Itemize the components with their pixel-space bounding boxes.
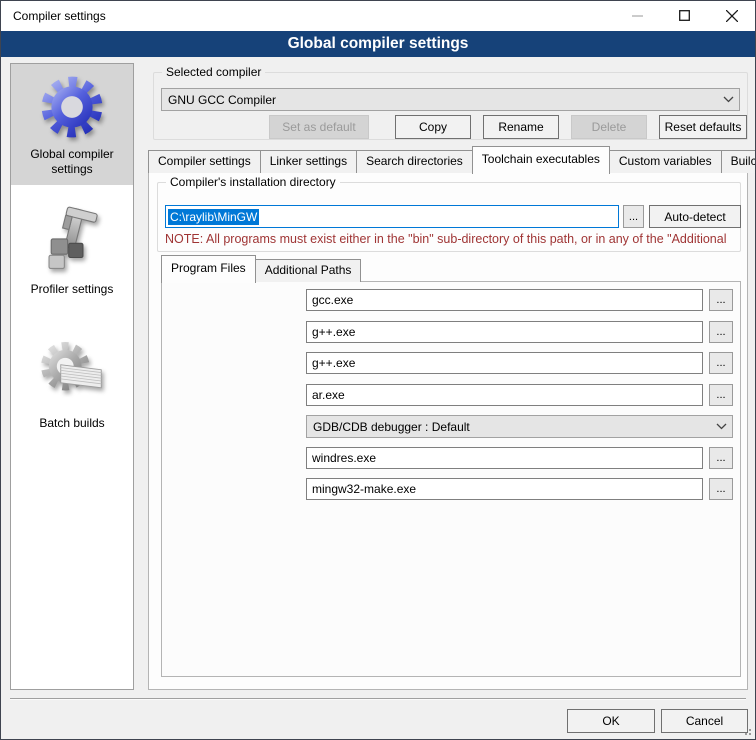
minimize-button[interactable] — [614, 1, 661, 30]
tab-toolchain-executables[interactable]: Toolchain executables — [472, 146, 610, 174]
settings-tab-strip: Compiler settings Linker settings Search… — [148, 146, 756, 173]
maximize-button[interactable] — [661, 1, 708, 30]
cpp-compiler-browse-button[interactable]: ... — [709, 321, 733, 343]
subtab-program-files[interactable]: Program Files — [161, 255, 256, 283]
delete-button[interactable]: Delete — [571, 115, 647, 139]
sidebar-item-label: Batch builds — [13, 416, 131, 431]
installation-directory-browse-button[interactable]: ... — [623, 205, 644, 228]
linker-dynamic-browse-button[interactable]: ... — [709, 352, 733, 374]
linker-static-input[interactable] — [306, 384, 703, 406]
copy-button[interactable]: Copy — [395, 115, 471, 139]
ok-button[interactable]: OK — [567, 709, 655, 733]
page-title: Global compiler settings — [1, 31, 755, 57]
sidebar-item-label: Global compiler settings — [13, 147, 131, 177]
tab-custom-variables[interactable]: Custom variables — [609, 150, 722, 173]
window-title: Compiler settings — [1, 9, 106, 23]
c-compiler-browse-button[interactable]: ... — [709, 289, 733, 311]
sidebar-item-global-compiler-settings[interactable]: Global compiler settings — [11, 64, 133, 185]
tab-build-options-clipped[interactable]: Builc — [721, 150, 756, 173]
cpp-compiler-input[interactable] — [306, 321, 703, 343]
tab-linker-settings[interactable]: Linker settings — [260, 150, 357, 173]
make-program-input[interactable] — [306, 478, 703, 500]
sidebar-item-label: Profiler settings — [13, 282, 131, 297]
blue-gear-icon — [13, 74, 131, 143]
gray-gear-stack-icon — [13, 337, 131, 412]
chevron-down-icon — [717, 96, 739, 103]
chevron-down-icon — [710, 423, 732, 430]
resize-grip[interactable] — [741, 725, 751, 735]
maximize-icon — [679, 10, 690, 21]
sidebar-item-profiler-settings[interactable]: Profiler settings — [11, 195, 133, 305]
rename-button[interactable]: Rename — [483, 115, 559, 139]
resource-compiler-browse-button[interactable]: ... — [709, 447, 733, 469]
tab-search-directories[interactable]: Search directories — [356, 150, 473, 173]
close-button[interactable] — [708, 1, 755, 30]
compiler-select[interactable]: GNU GCC Compiler — [161, 88, 740, 111]
set-as-default-button[interactable]: Set as default — [269, 115, 369, 139]
debugger-select[interactable]: GDB/CDB debugger : Default — [306, 415, 733, 438]
tab-compiler-settings[interactable]: Compiler settings — [148, 150, 261, 173]
resource-compiler-input[interactable] — [306, 447, 703, 469]
minimize-icon — [632, 10, 643, 21]
auto-detect-button[interactable]: Auto-detect — [649, 205, 741, 228]
installation-directory-input[interactable]: C:\raylib\MinGW — [165, 205, 619, 228]
installation-directory-selected-text: C:\raylib\MinGW — [168, 209, 259, 225]
installation-directory-note: NOTE: All programs must exist either in … — [165, 232, 743, 246]
reset-defaults-button[interactable]: Reset defaults — [659, 115, 747, 139]
compiler-settings-dialog: Compiler settings Global compiler settin… — [0, 0, 756, 740]
settings-category-sidebar: Global compiler settings — [10, 63, 134, 690]
make-program-browse-button[interactable]: ... — [709, 478, 733, 500]
program-files-tab-strip: Program Files Additional Paths — [161, 255, 360, 282]
cancel-button[interactable]: Cancel — [661, 709, 748, 733]
debugger-select-value: GDB/CDB debugger : Default — [307, 420, 710, 434]
sidebar-item-batch-builds[interactable]: Batch builds — [11, 327, 133, 439]
caliper-icon — [13, 205, 131, 278]
title-bar: Compiler settings — [1, 1, 755, 31]
subtab-additional-paths[interactable]: Additional Paths — [255, 259, 362, 282]
linker-dynamic-input[interactable] — [306, 352, 703, 374]
selected-compiler-group-label: Selected compiler — [162, 65, 265, 79]
close-icon — [726, 10, 738, 22]
linker-static-browse-button[interactable]: ... — [709, 384, 733, 406]
installation-directory-group-label: Compiler's installation directory — [166, 175, 340, 189]
c-compiler-input[interactable] — [306, 289, 703, 311]
compiler-select-value: GNU GCC Compiler — [162, 93, 717, 107]
footer-separator — [10, 698, 746, 700]
